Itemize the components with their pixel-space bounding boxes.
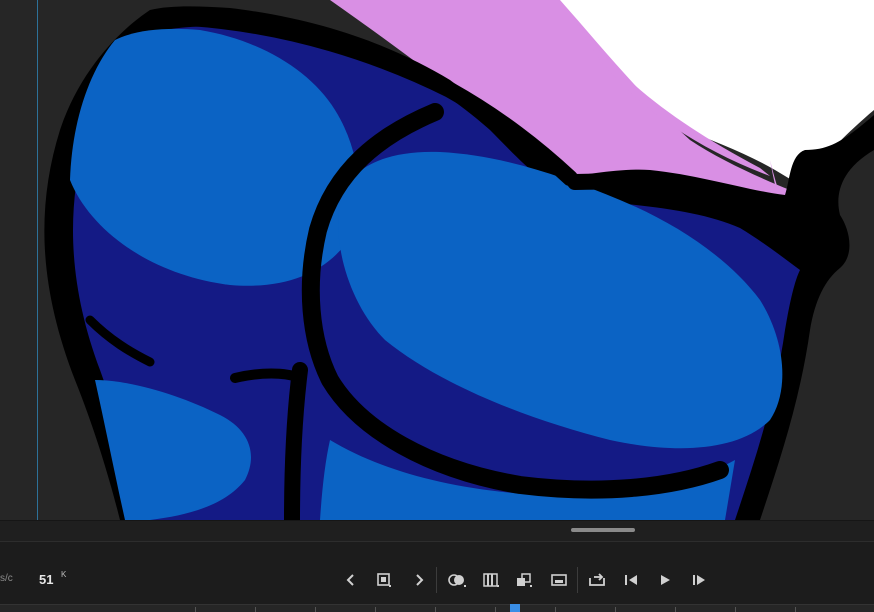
timeline-ruler[interactable]: [0, 604, 874, 612]
current-frame-number[interactable]: 51: [39, 572, 53, 587]
loop-playback-button[interactable]: [586, 569, 608, 591]
step-back-button[interactable]: [620, 569, 642, 591]
ruler-tick: [735, 607, 736, 612]
play-icon: [661, 575, 670, 585]
insert-keyframe-button[interactable]: [373, 569, 395, 591]
chevron-left-icon: [346, 574, 354, 586]
ruler-tick: [315, 607, 316, 612]
frame-suffix-label: K: [61, 570, 67, 579]
ruler-tick: [555, 607, 556, 612]
ruler-tick: [615, 607, 616, 612]
keyframe-box-icon: [377, 573, 391, 587]
stage-guide-line: [37, 0, 38, 520]
onion-skin-button[interactable]: [446, 569, 468, 591]
ruler-tick: [435, 607, 436, 612]
resize-grip-handle[interactable]: [571, 528, 635, 532]
play-button[interactable]: [654, 569, 676, 591]
next-keyframe-button[interactable]: [408, 569, 430, 591]
step-back-icon: [625, 575, 637, 585]
loop-icon: [589, 573, 605, 586]
toolbar-separator: [577, 567, 578, 593]
step-forward-icon: [693, 575, 705, 585]
animation-app-window: s/c 51 K: [0, 0, 874, 612]
character-artwork[interactable]: [0, 0, 874, 520]
onion-skin-icon: [448, 574, 466, 587]
multi-frames-icon: [483, 573, 499, 587]
thigh-fold: [230, 368, 305, 383]
loop-range-icon: [551, 574, 567, 586]
fps-label: s/c: [0, 573, 13, 584]
stage-canvas[interactable]: [0, 0, 874, 520]
ruler-tick: [375, 607, 376, 612]
loop-range-button[interactable]: [548, 569, 570, 591]
leg-seam: [284, 362, 308, 520]
panel-resize-divider[interactable]: [0, 520, 874, 542]
ruler-tick: [255, 607, 256, 612]
ruler-tick: [195, 607, 196, 612]
chevron-right-icon: [416, 574, 424, 586]
edit-multiple-frames-button[interactable]: [480, 569, 502, 591]
step-forward-button[interactable]: [688, 569, 710, 591]
center-frame-icon: [517, 573, 532, 587]
ruler-tick: [795, 607, 796, 612]
previous-keyframe-button[interactable]: [340, 569, 362, 591]
ruler-tick: [495, 607, 496, 612]
timeline-toolbar: s/c 51 K: [0, 542, 874, 604]
timeline-playhead[interactable]: [510, 604, 520, 612]
center-frame-button[interactable]: [513, 569, 535, 591]
ruler-tick: [675, 607, 676, 612]
toolbar-separator: [436, 567, 437, 593]
